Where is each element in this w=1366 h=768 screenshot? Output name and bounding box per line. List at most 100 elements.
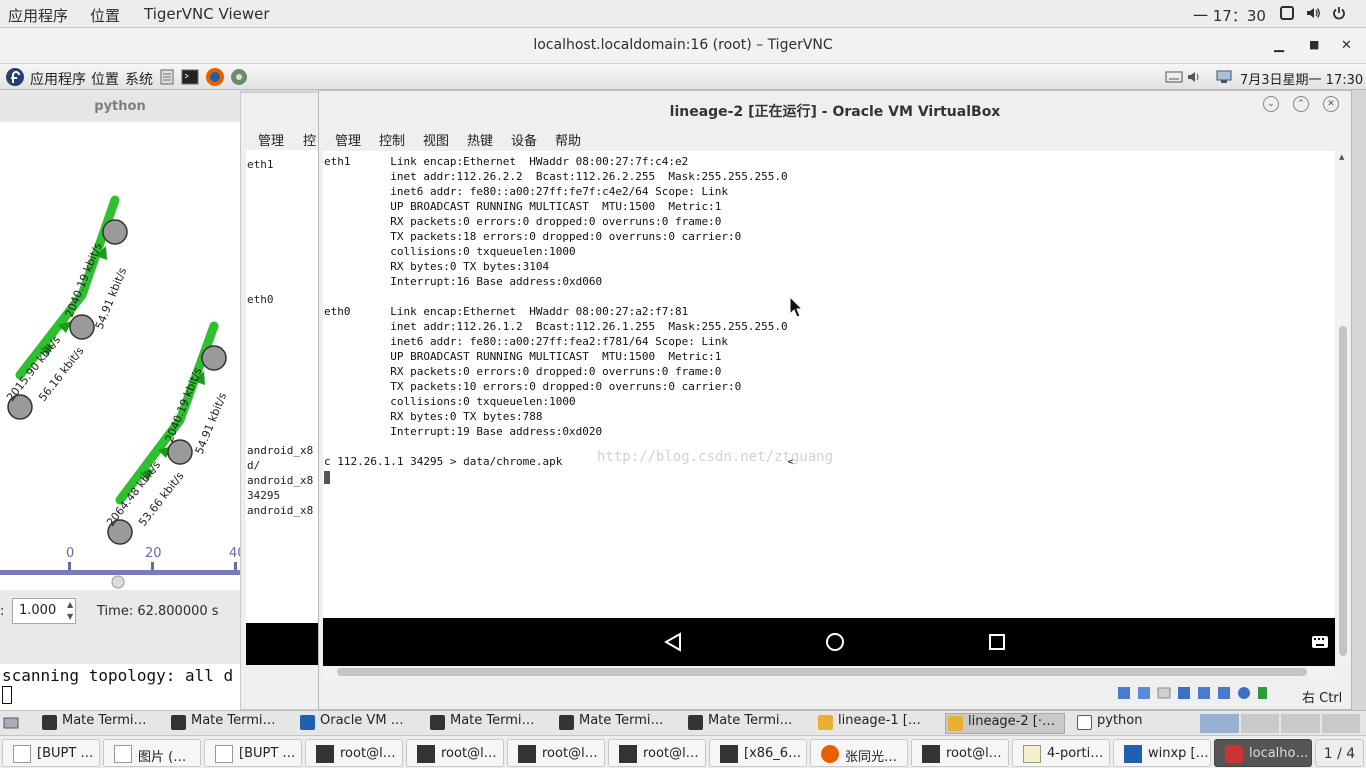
back-line: android_x8 [247, 474, 314, 487]
recents-square-icon[interactable] [988, 633, 1006, 651]
maximize-button[interactable]: ■ [1309, 38, 1319, 51]
host-task-3[interactable]: [BUPT … [204, 739, 302, 767]
show-desktop-icon[interactable] [3, 716, 19, 730]
remote-task-terminal-4[interactable]: Mate Termi… [557, 713, 664, 734]
remote-system-menu[interactable]: 系统 [125, 69, 153, 89]
host-task-6[interactable]: root@l… [507, 739, 605, 767]
close-button[interactable]: ✕ [1341, 38, 1352, 53]
keyboard-icon[interactable] [1165, 70, 1183, 84]
terminal-icon [688, 715, 703, 730]
terminal-cursor [324, 471, 330, 484]
vm-icon [818, 715, 833, 730]
menu-manage[interactable]: 管理 [335, 130, 361, 149]
topology-node[interactable] [201, 345, 227, 371]
horizontal-scrollbar[interactable] [323, 666, 1335, 678]
clock[interactable]: 一 17：30 [1193, 5, 1266, 26]
remote-task-python[interactable]: python [1075, 713, 1142, 734]
workspace-switcher[interactable] [1200, 714, 1360, 733]
back-menu-manage[interactable]: 管理 [258, 130, 284, 149]
remote-clock[interactable]: 7月3日星期一 17:30 [1240, 69, 1363, 88]
terminal-line: RX bytes:0 TX bytes:3104 [324, 260, 550, 273]
terminal-line: inet addr:112.26.1.2 Bcast:112.26.1.255 … [324, 320, 788, 333]
scan-terminal[interactable]: scanning topology: all d [0, 664, 244, 712]
topology-canvas[interactable]: 2015.90 kbit/s 56.16 kbit/s 2040.19 kbit… [0, 122, 240, 590]
volume-icon[interactable] [1306, 6, 1320, 20]
task-label: 张同光… [845, 750, 898, 765]
terminal-icon [171, 715, 186, 730]
workspace-4[interactable] [1321, 714, 1360, 733]
workspace-2[interactable] [1240, 714, 1279, 733]
menu-devices[interactable]: 设备 [511, 130, 537, 149]
host-task-12[interactable]: winxp [… [1113, 739, 1211, 767]
vnc-titlebar[interactable]: localhost.localdomain:16 (root) – TigerV… [0, 28, 1366, 64]
workspace-1[interactable] [1200, 714, 1239, 733]
maximize-button[interactable]: ⌃ [1293, 96, 1309, 112]
close-button[interactable]: ✕ [1323, 96, 1339, 112]
back-triangle-icon[interactable] [664, 632, 682, 652]
terminal-cursor [2, 686, 12, 704]
menu-hotkey[interactable]: 热键 [467, 130, 493, 149]
remote-task-terminal-3[interactable]: Mate Termi… [428, 713, 535, 734]
remote-task-terminal-2[interactable]: Mate Termi… [169, 713, 276, 734]
host-task-8[interactable]: [x86_6… [709, 739, 807, 767]
remote-task-lineage-2[interactable]: lineage-2 [·… [945, 713, 1065, 734]
timeline-slider-handle[interactable] [111, 575, 125, 589]
remote-task-terminal-1[interactable]: Mate Termi… [40, 713, 147, 734]
python-window-title[interactable]: python [0, 90, 240, 122]
menu-control[interactable]: 控制 [379, 130, 405, 149]
host-task-2[interactable]: 图片 (… [103, 739, 201, 767]
host-key-indicator: 右 Ctrl [1302, 691, 1343, 706]
task-label: lineage-2 [·… [968, 714, 1055, 729]
terminal-icon [417, 745, 435, 763]
host-task-11[interactable]: 4-porti… [1012, 739, 1110, 767]
places-menu[interactable]: 位置 [90, 5, 120, 26]
vm-terminal-screen[interactable]: eth1 Link encap:Ethernet HWaddr 08:00:27… [323, 151, 1335, 618]
scroll-up-arrow-icon[interactable]: ▲ [1339, 153, 1344, 161]
remote-task-terminal-5[interactable]: Mate Termi… [686, 713, 793, 734]
vertical-scrollbar[interactable]: ▲ [1337, 151, 1349, 666]
remote-places-menu[interactable]: 位置 [91, 69, 119, 89]
back-vm-screen[interactable]: eth1 eth0 android_x8 d/ android_x8 34295… [246, 150, 326, 623]
horizontal-scroll-thumb[interactable] [337, 668, 1307, 676]
menu-view[interactable]: 视图 [423, 130, 449, 149]
host-task-7[interactable]: root@l… [608, 739, 706, 767]
firefox-launcher-icon[interactable] [205, 67, 225, 87]
remote-task-virtualbox[interactable]: Oracle VM … [298, 713, 404, 734]
remote-task-lineage-1[interactable]: lineage-1 [… [816, 713, 921, 734]
host-task-13[interactable]: localho… [1214, 739, 1312, 767]
status-device-icons[interactable] [1117, 685, 1267, 701]
minimize-button[interactable]: ⌄ [1263, 96, 1279, 112]
vbox-lineage-2-window[interactable]: lineage-2 [正在运行] - Oracle VM VirtualBox … [318, 90, 1352, 710]
fedora-logo-icon[interactable] [5, 67, 25, 87]
active-window-name[interactable]: TigerVNC Viewer [144, 5, 270, 23]
remote-applications-menu[interactable]: 应用程序 [30, 69, 86, 89]
network-tray-icon[interactable] [1215, 69, 1235, 85]
spin-arrows-icon[interactable]: ▲ ▼ [67, 599, 73, 623]
home-circle-icon[interactable] [825, 632, 845, 652]
host-task-5[interactable]: root@l… [406, 739, 504, 767]
host-task-1[interactable]: [BUPT … [2, 739, 100, 767]
back-menu-control[interactable]: 控 [303, 130, 316, 149]
vertical-scroll-thumb[interactable] [1339, 326, 1347, 656]
back-line: d/ [247, 459, 261, 472]
host-task-9[interactable]: 张同光… [810, 739, 908, 767]
window-icon[interactable] [1280, 6, 1294, 20]
power-icon[interactable] [1332, 6, 1346, 20]
host-task-10[interactable]: root@l… [911, 739, 1009, 767]
applications-menu[interactable]: 应用程序 [8, 5, 68, 26]
topology-node[interactable] [102, 219, 128, 245]
menu-help[interactable]: 帮助 [555, 130, 581, 149]
volume-tray-icon[interactable] [1186, 69, 1214, 85]
vbox-lineage-1-window[interactable]: 管理 控 eth1 eth0 android_x8 d/ android_x8 … [240, 92, 330, 710]
terminal-line: UP BROADCAST RUNNING MULTICAST MTU:1500 … [324, 350, 722, 363]
host-task-4[interactable]: root@l… [305, 739, 403, 767]
minimize-button[interactable]: ▁ [1274, 38, 1284, 53]
keyboard-icon[interactable] [1311, 635, 1329, 649]
workspace-3[interactable] [1281, 714, 1320, 733]
ruler-tick-label: 0 [66, 546, 74, 561]
editor-launcher-icon[interactable] [160, 69, 174, 85]
timeline-track[interactable] [0, 570, 240, 575]
workspace-indicator[interactable]: 1 / 4 [1315, 739, 1364, 767]
terminal-launcher-icon[interactable] [181, 68, 199, 86]
network-tool-launcher-icon[interactable] [229, 67, 249, 87]
